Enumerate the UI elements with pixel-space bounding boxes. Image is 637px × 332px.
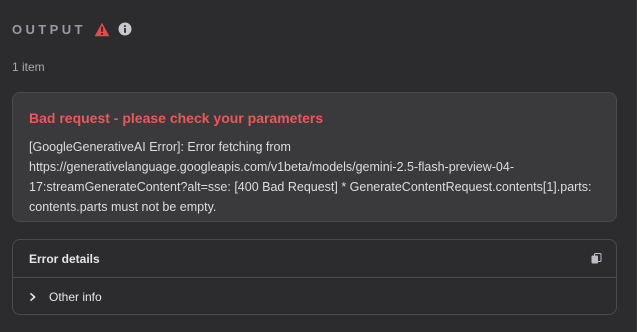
output-title: OUTPUT <box>12 21 86 37</box>
error-message: [GoogleGenerativeAI Error]: Error fetchi… <box>29 140 592 214</box>
other-info-toggle[interactable]: Other info <box>13 278 616 316</box>
error-card: Bad request - please check your paramete… <box>12 92 617 222</box>
error-details-header: Error details <box>13 240 616 278</box>
item-count: 1 item <box>12 60 45 74</box>
warning-triangle-icon <box>94 22 110 37</box>
output-panel: OUTPUT 1 item Bad request - please check… <box>0 0 637 332</box>
error-details-card: Error details Other info <box>12 239 617 315</box>
error-title: Bad request - please check your paramete… <box>29 110 324 126</box>
chevron-right-icon <box>29 293 37 301</box>
error-details-title: Error details <box>29 251 100 266</box>
other-info-label: Other info <box>49 290 102 304</box>
info-circle-icon[interactable] <box>118 22 132 36</box>
output-header: OUTPUT <box>12 20 132 38</box>
copy-icon[interactable] <box>591 253 602 264</box>
